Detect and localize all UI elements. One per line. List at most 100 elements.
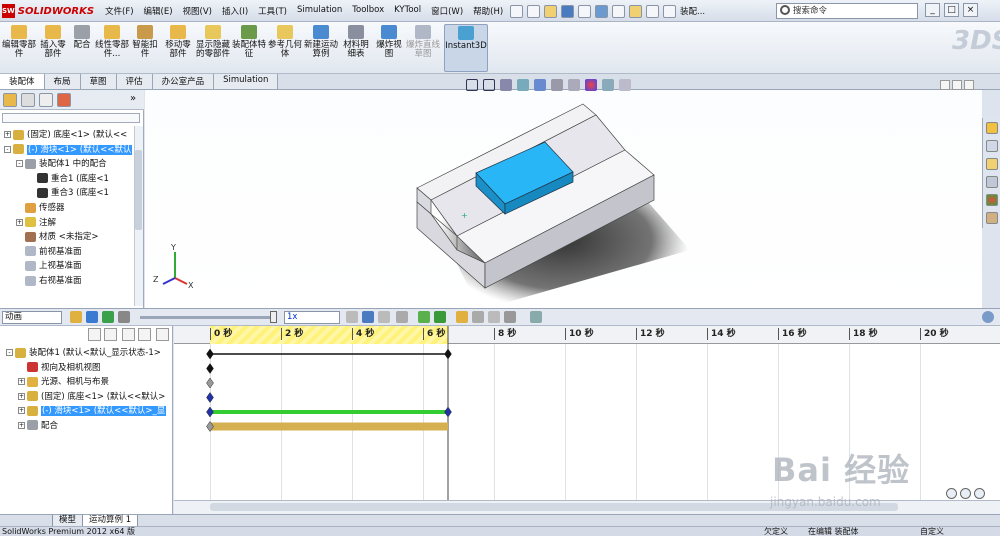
expand-toggle-icon[interactable]: + [18,421,25,429]
expand-toggle-icon[interactable]: + [18,407,25,414]
play-icon[interactable] [102,311,114,323]
save-icon[interactable] [561,4,574,18]
new-motion-study-button[interactable]: 新建运动算例 [304,24,338,72]
custom-properties-icon[interactable] [986,212,998,224]
menu-help[interactable]: 帮助(H) [468,3,508,19]
instant3d-button[interactable]: Instant3D [444,24,488,72]
feature-tree-item[interactable]: 前视基准面 [0,245,132,259]
feature-tree-item[interactable]: 重合3 (底座<1 [0,186,132,200]
mate-button[interactable]: 配合 [70,24,94,72]
menu-file[interactable]: 文件(F) [100,3,139,19]
edit-appearance-icon[interactable] [585,79,597,91]
feature-filter[interactable] [2,113,140,123]
playback-slider-track[interactable] [140,316,275,319]
feature-tree-scroll-thumb[interactable] [135,150,142,230]
viewport-close-button[interactable] [964,80,974,90]
motion-tree-item[interactable]: + (-) 滑块<1> (默认<<默认>_显 [4,404,172,418]
new-document-icon[interactable] [527,4,540,18]
file-properties-icon[interactable] [663,4,676,18]
feature-tree-item[interactable]: 上视基准面 [0,259,132,273]
expand-toggle-icon[interactable]: + [18,392,25,400]
playback-speed-select[interactable]: 1x [284,311,340,324]
file-explorer-icon[interactable] [986,158,998,170]
motion-tree-item[interactable]: + 配合 [4,419,172,433]
expand-toggle-icon[interactable]: - [16,160,23,168]
key-point-icon[interactable] [206,348,214,360]
resources-icon[interactable] [986,122,998,134]
filter-animated-icon[interactable] [88,328,101,341]
feature-tree-item[interactable]: 传感器 [0,201,132,215]
contact-icon[interactable] [488,311,500,323]
playback-mode-icon[interactable] [346,311,358,323]
tab-office-products[interactable]: 办公室产品 [152,74,215,89]
display-manager-tab-icon[interactable] [57,93,71,107]
filter-driving-icon[interactable] [104,328,117,341]
move-component-button[interactable]: 移动零部件 [162,24,194,72]
timeline-change-bar[interactable] [210,410,448,414]
undo-icon[interactable] [595,4,608,18]
close-button[interactable]: × [963,3,978,17]
menu-window[interactable]: 窗口(W) [426,3,468,19]
key-point-icon[interactable] [206,406,214,418]
animation-wizard-icon[interactable] [378,311,390,323]
print-icon[interactable] [578,4,591,18]
edit-component-button[interactable]: 编辑零部件 [2,24,36,72]
calculate-icon[interactable] [70,311,82,323]
view-orientation-icon[interactable] [534,79,546,91]
zoom-to-fit-timeline-icon[interactable] [974,488,985,499]
save-animation-icon[interactable] [362,311,374,323]
filter-selected-icon[interactable] [122,328,135,341]
smart-fastener-button[interactable]: 智能扣件 [130,24,160,72]
viewport-minimize-button[interactable] [940,80,950,90]
expand-toggle-icon[interactable]: + [4,131,11,138]
stop-icon[interactable] [118,311,130,323]
autokey-icon[interactable] [396,311,408,323]
menu-edit[interactable]: 编辑(E) [139,3,178,19]
feature-tree-item[interactable]: + 注解 [0,216,132,230]
filter-results-icon[interactable] [138,328,151,341]
exploded-view-button[interactable]: 爆炸视图 [374,24,404,72]
expand-toggle-icon[interactable]: + [16,218,23,226]
menu-kytool[interactable]: KYTool [389,3,426,19]
search-input[interactable]: 搜索命令 [776,3,918,19]
key-point-icon[interactable] [444,406,452,418]
tab-evaluate[interactable]: 评估 [116,74,153,89]
menu-tools[interactable]: 工具(T) [253,3,292,19]
hide-show-items-icon[interactable] [568,79,580,91]
feature-tree-item[interactable]: 重合1 (底座<1 [0,172,132,186]
expand-toggle-icon[interactable]: - [6,349,13,356]
expand-toggle-icon[interactable]: + [18,378,25,385]
property-manager-tab-icon[interactable] [21,93,35,107]
results-plots-icon[interactable] [530,311,542,323]
options-icon[interactable] [646,4,659,18]
tab-assembly[interactable]: 装配体 [0,74,45,89]
key-point-icon[interactable] [206,363,214,374]
select-icon[interactable] [612,4,625,18]
zoom-out-icon[interactable] [960,488,971,499]
rebuild-icon[interactable] [629,4,642,18]
design-library-icon[interactable] [986,140,998,152]
graphics-area[interactable]: + Y X Z [145,90,982,308]
pin-icon[interactable] [510,4,523,18]
motion-tree-item[interactable]: + 光源、相机与布景 [4,375,172,389]
add-update-key-icon[interactable] [434,311,446,323]
feature-tree-item[interactable]: 右视基准面 [0,274,132,288]
feature-tree-item[interactable]: 材质 <未指定> [0,230,132,244]
timeline-mate-bar[interactable] [210,422,448,431]
menu-view[interactable]: 视图(V) [178,3,217,19]
feature-tree-item[interactable]: - (-) 滑块<1> (默认<<默认 [0,143,132,157]
motion-tree-item[interactable]: 视向及相机视图 [4,361,172,375]
motor-icon[interactable] [456,311,468,323]
explode-line-sketch-button[interactable]: 爆炸直线草图 [406,24,440,72]
previous-view-icon[interactable] [500,79,512,91]
play-from-start-icon[interactable] [86,311,98,323]
zoom-to-fit-icon[interactable] [466,79,478,91]
section-view-icon[interactable] [517,79,529,91]
motion-tree-item[interactable]: - 装配体1 (默认<默认_显示状态-1> [4,346,172,360]
expand-toggle-icon[interactable]: - [4,145,11,153]
tab-sketch[interactable]: 草图 [80,74,117,89]
key-point-icon[interactable] [206,377,214,389]
tab-simulation[interactable]: Simulation [214,74,279,89]
open-icon[interactable] [544,4,557,18]
appearances-icon[interactable] [986,194,998,206]
